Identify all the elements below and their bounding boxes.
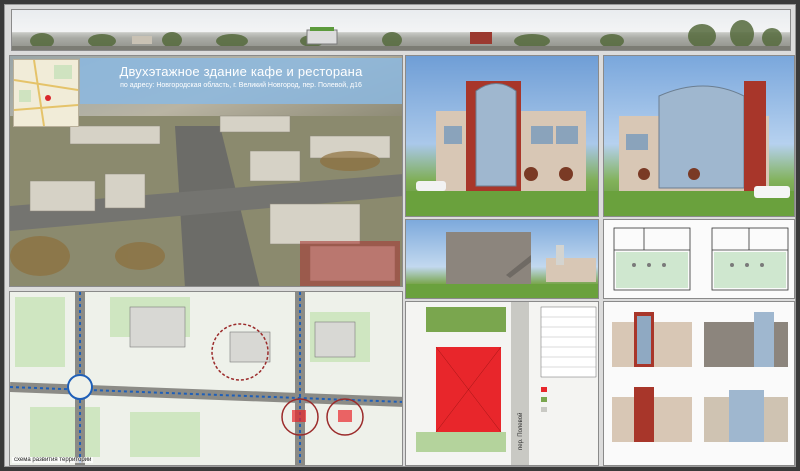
panorama-illustration — [12, 20, 790, 50]
territory-development-map: схема развития территории — [9, 291, 403, 466]
floor-plans — [603, 219, 795, 299]
title-box: Двухэтажное здание кафе и ресторана по а… — [80, 58, 402, 104]
map-caption: схема развития территории — [12, 457, 94, 463]
poster-board: Двухэтажное здание кафе и ресторана по а… — [4, 4, 796, 467]
page-title: Двухэтажное здание кафе и ресторана — [119, 64, 363, 79]
aerial-photo: Двухэтажное здание кафе и ресторана по а… — [9, 55, 403, 287]
panorama-photo — [11, 9, 791, 51]
location-mini-map — [13, 59, 79, 127]
building-render-corner — [603, 55, 795, 217]
page-subtitle: по адресу: Новгородская область, г. Вели… — [120, 82, 362, 89]
mini-map-illustration — [13, 59, 79, 127]
street-label: пер. Полевой — [518, 412, 524, 450]
site-plan: пер. Полевой — [405, 301, 599, 466]
facade-elevations — [603, 301, 795, 466]
floor-plans-drawing — [613, 227, 789, 291]
master-plan-drawing — [10, 292, 402, 465]
render-corner-illustration — [604, 81, 794, 216]
site-plan-drawing — [406, 302, 598, 465]
render-rear-illustration — [406, 232, 598, 298]
elevations-drawing — [612, 312, 788, 442]
render-front-illustration — [406, 81, 598, 216]
building-render-rear — [405, 219, 599, 299]
building-render-front — [405, 55, 599, 217]
